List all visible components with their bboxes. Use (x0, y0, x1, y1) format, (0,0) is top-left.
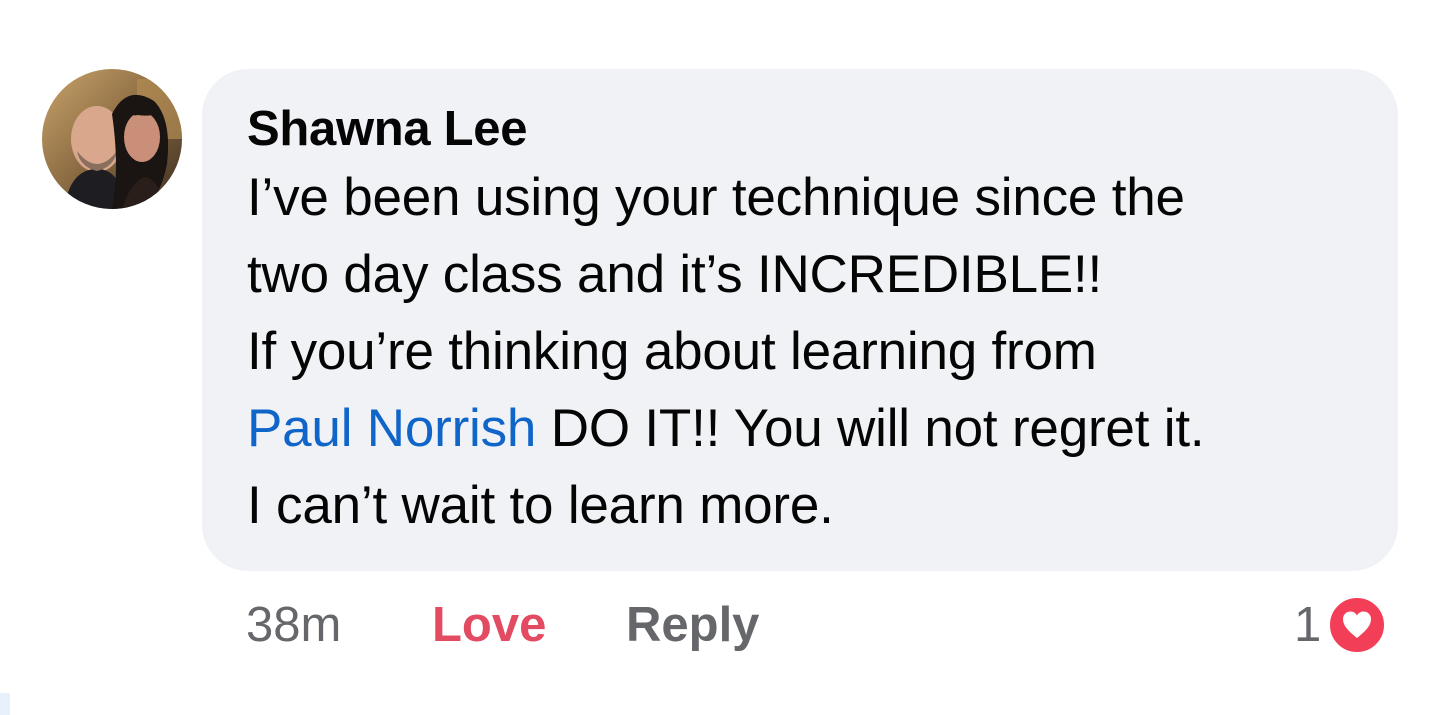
reaction-summary[interactable]: 1 (1294, 594, 1388, 656)
comment-line: I’ve been using your technique since the (247, 168, 1185, 227)
love-button[interactable]: Love (432, 594, 546, 656)
comment-bubble: Shawna Lee I’ve been using your techniqu… (202, 69, 1398, 571)
timestamp[interactable]: 38m (246, 594, 341, 656)
heart-icon (1327, 595, 1388, 655)
comment-line: If you’re thinking about learning from (247, 322, 1097, 381)
comment-author[interactable]: Shawna Lee (247, 99, 1354, 159)
mention-link[interactable]: Paul Norrish (247, 399, 536, 458)
comment-line: two day class and it’s INCREDIBLE!! (247, 245, 1103, 304)
reply-button[interactable]: Reply (626, 594, 759, 656)
comment-line-with-mention: Paul Norrish DO IT!! You will not regret… (247, 390, 1354, 467)
comment-line-suffix: DO IT!! You will not regret it. (536, 399, 1205, 458)
divider (0, 693, 10, 715)
reaction-count: 1 (1294, 598, 1322, 652)
avatar[interactable] (42, 69, 182, 209)
comment-text: I’ve been using your technique since the… (247, 159, 1354, 544)
avatar-photo (42, 69, 182, 209)
comment-line: I can’t wait to learn more. (247, 476, 834, 535)
